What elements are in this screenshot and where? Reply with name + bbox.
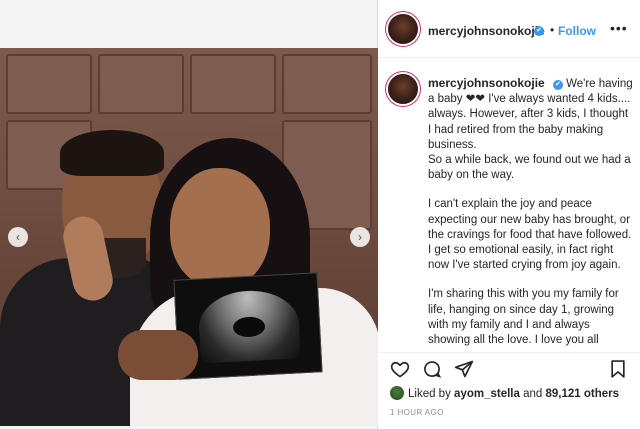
verified-badge-icon: ✔ <box>534 26 544 36</box>
headboard-panel <box>282 54 372 114</box>
bookmark-icon[interactable] <box>608 359 630 379</box>
likes-summary: Liked by ayom_stella and 89,121 others <box>390 386 640 404</box>
likes-count-link[interactable]: 89,121 others <box>546 388 620 400</box>
avatar[interactable] <box>390 386 404 400</box>
comment-icon[interactable] <box>422 359 444 379</box>
avatar[interactable] <box>388 14 418 44</box>
headboard-panel <box>98 54 184 114</box>
caption-paragraph: I can't explain the joy and peace expect… <box>428 198 632 272</box>
post-header: mercyjohnsonokojie ✔ • Follow ••• <box>378 0 640 58</box>
carousel-prev-button[interactable]: ‹ <box>8 227 28 247</box>
man-hair <box>60 130 164 176</box>
likes-conjunction: and <box>523 388 543 400</box>
separator-dot: • <box>550 23 555 37</box>
photo-pane: ‹ › <box>0 0 378 429</box>
verified-badge-icon: ✔ <box>552 80 563 90</box>
woman-face <box>170 168 270 288</box>
share-icon[interactable] <box>454 359 476 379</box>
post-photo[interactable] <box>0 48 378 426</box>
carousel-next-button[interactable]: › <box>350 227 370 247</box>
post-sidebar: mercyjohnsonokojie ✔ • Follow ••• mercyj… <box>378 0 640 429</box>
username-link[interactable]: mercyjohnsonokojie <box>428 24 545 38</box>
avatar[interactable] <box>388 74 418 104</box>
post-timestamp[interactable]: 1 HOUR AGO <box>390 408 444 417</box>
caption-paragraph: So a while back, we found out we had a b… <box>428 154 631 182</box>
action-bar <box>378 352 640 382</box>
username-link[interactable]: mercyjohnsonokojie <box>428 76 545 90</box>
likes-prefix: Liked by <box>408 388 451 400</box>
caption-text: mercyjohnsonokojie ✔ We're having a baby… <box>428 76 634 362</box>
heart-icon[interactable] <box>390 359 412 379</box>
caption-area: mercyjohnsonokojie ✔ We're having a baby… <box>378 66 640 348</box>
caption-paragraph: I'm sharing this with you my family for … <box>428 288 619 347</box>
headboard-panel <box>190 54 276 114</box>
man-hand <box>118 330 198 380</box>
more-options-icon[interactable]: ••• <box>610 20 628 36</box>
headboard-panel <box>6 54 92 114</box>
follow-button[interactable]: Follow <box>558 24 596 38</box>
liker-username-link[interactable]: ayom_stella <box>454 388 520 400</box>
